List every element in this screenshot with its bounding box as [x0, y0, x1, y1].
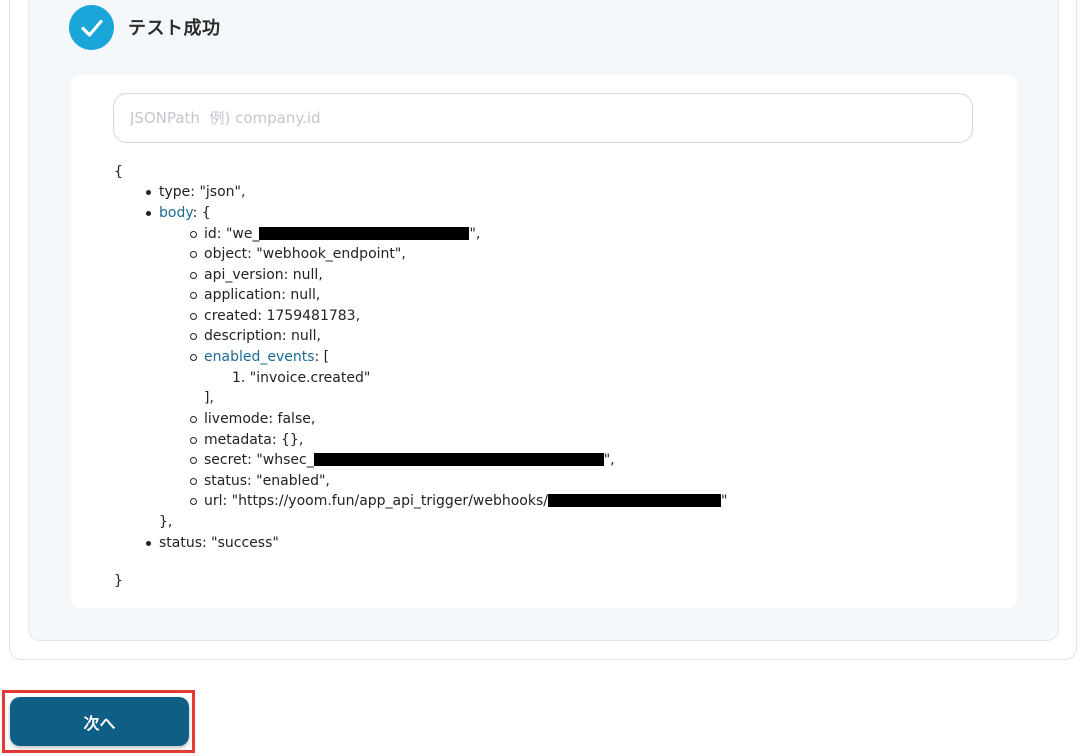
json-status-line: status: "success" [146, 535, 279, 551]
json-status-enabled-line: status: "enabled", [190, 473, 330, 489]
json-type-line: type: "json", [145, 184, 246, 200]
json-close-brace: } [114, 573, 123, 589]
json-livemode-line: livemode: false, [189, 411, 316, 427]
json-body-open: : { [192, 205, 211, 221]
next-button[interactable]: 次へ [10, 697, 189, 746]
json-secret-prefix: secret: "whsec_ [204, 452, 314, 468]
json-id-line: id: "we_ ", [189, 224, 481, 244]
json-enabled-events-line: enabled_events: [ [189, 347, 330, 367]
test-success-title: テスト成功 [128, 18, 221, 39]
json-body-line: body: { [146, 203, 211, 223]
redacted-block [547, 493, 721, 507]
json-created-line: created: 1759481783, [189, 308, 361, 324]
json-secret-line: secret: "whsec_ ", [190, 450, 615, 470]
json-id-prefix: id: "we_ [204, 226, 260, 242]
json-body-key[interactable]: body [159, 205, 193, 221]
json-enabled-events-item: 1. "invoice.created" [232, 370, 371, 386]
json-description-line: description: null, [190, 328, 321, 344]
json-enabled-events-key[interactable]: enabled_events [204, 349, 315, 365]
json-application-line: application: null, [189, 287, 321, 303]
check-circle-icon [69, 5, 114, 50]
json-url-line: url: "https://yoom.fun/app_api_trigger/w… [189, 491, 728, 511]
redacted-block [313, 452, 604, 466]
json-api-version-line: api_version: null, [190, 267, 323, 283]
json-enabled-events-close: ], [204, 390, 214, 406]
json-open-brace: { [114, 164, 123, 180]
json-secret-suffix: ", [603, 452, 615, 468]
json-enabled-events-open: : [ [314, 349, 330, 365]
jsonpath-search-input[interactable] [113, 93, 973, 143]
json-metadata-line: metadata: {}, [189, 432, 304, 448]
json-id-suffix: ", [469, 226, 481, 242]
redacted-block [259, 226, 470, 240]
json-object-line: object: "webhook_endpoint", [190, 246, 406, 262]
json-body-close: }, [159, 514, 173, 530]
json-url-suffix: " [720, 493, 728, 509]
json-url-prefix: url: "https://yoom.fun/app_api_trigger/w… [204, 493, 548, 509]
